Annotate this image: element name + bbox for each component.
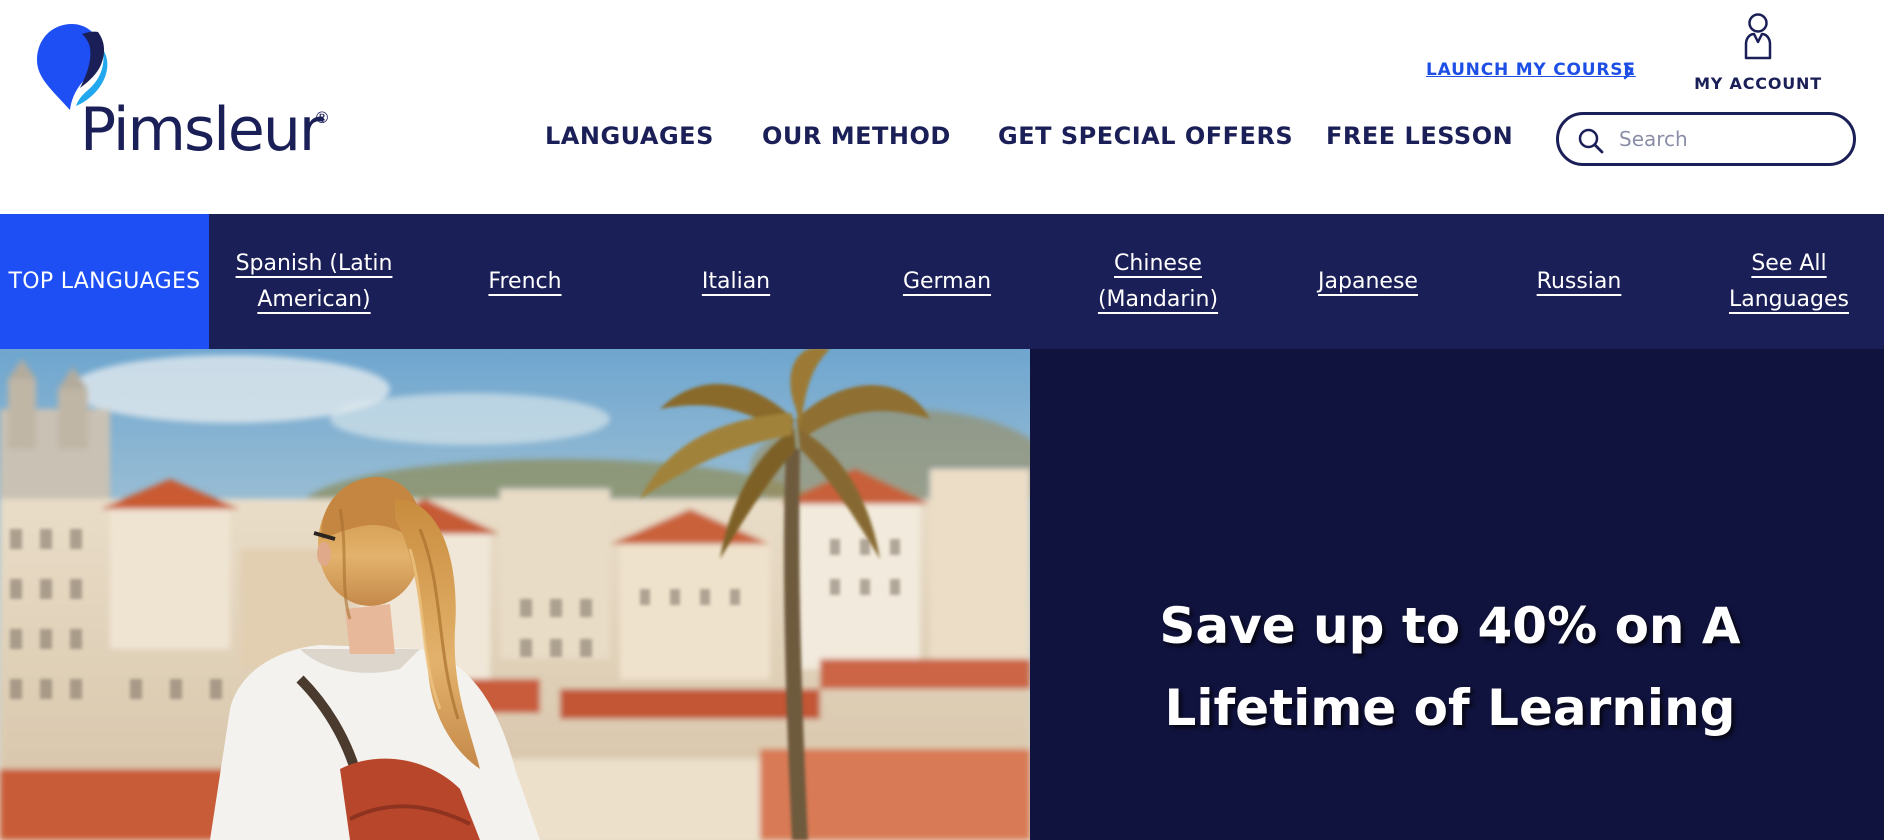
lang-link-label[interactable]: German [903,264,991,300]
lang-chinese-mandarin[interactable]: Chinese (Mandarin) [1083,214,1233,349]
lang-link-label[interactable]: Russian [1537,264,1622,300]
nav-our-method[interactable]: OUR METHOD [762,122,951,150]
search-input[interactable] [1619,125,1839,153]
nav-languages[interactable]: LANGUAGES [545,122,714,150]
my-account-label: MY ACCOUNT [1694,74,1822,93]
lang-link-label[interactable]: Italian [702,264,770,300]
lang-see-all-languages[interactable]: See All Languages [1724,214,1854,349]
lang-french[interactable]: French [440,214,610,349]
user-icon [1744,13,1772,60]
launch-my-course-link[interactable]: LAUNCH MY COURSE [1426,60,1636,80]
hero-banner: Save up to 40% on A Lifetime of Learning [0,349,1884,840]
search-box[interactable] [1556,112,1856,166]
nav-get-special-offers[interactable]: GET SPECIAL OFFERS [998,122,1293,150]
pimsleur-logo[interactable]: Pimsleur ® [36,22,336,162]
lang-link-label[interactable]: See All Languages [1724,246,1854,318]
hero-photo [0,349,1030,840]
lang-spanish-latin-american[interactable]: Spanish (Latin American) [218,214,410,349]
lang-russian[interactable]: Russian [1494,214,1664,349]
top-languages-heading: TOP LANGUAGES [0,214,209,349]
chevron-right-icon[interactable] [1622,61,1636,81]
hero-photo-traveler-in-lisbon [0,349,1030,840]
site-header: Pimsleur ® LAUNCH MY COURSE MY ACCOUNT L… [0,0,1884,214]
lang-german[interactable]: German [862,214,1032,349]
logo-registered-mark: ® [314,108,330,127]
lang-link-label[interactable]: Spanish (Latin American) [218,246,410,318]
my-account-button[interactable]: MY ACCOUNT [1690,12,1826,93]
lang-italian[interactable]: Italian [651,214,821,349]
hero-headline: Save up to 40% on A Lifetime of Learning [1159,597,1741,737]
lang-japanese[interactable]: Japanese [1283,214,1453,349]
lang-link-label[interactable]: Japanese [1318,264,1418,300]
top-languages-bar: TOP LANGUAGES Spanish (Latin American) F… [0,214,1884,349]
hero-promo-panel: Save up to 40% on A Lifetime of Learning [1030,349,1884,840]
lang-link-label[interactable]: Chinese (Mandarin) [1083,246,1233,318]
search-icon[interactable] [1577,127,1605,155]
logo-wordmark: Pimsleur [80,95,324,165]
lang-link-label[interactable]: French [488,264,561,300]
nav-free-lesson[interactable]: FREE LESSON [1326,122,1513,150]
